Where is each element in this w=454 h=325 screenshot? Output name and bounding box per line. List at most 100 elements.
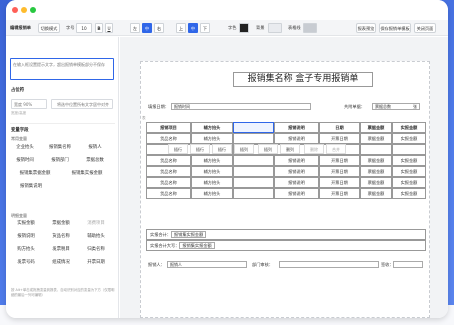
common-var-chip[interactable]: 票据总数 [81,156,109,166]
table-cell[interactable]: 货品名称 [146,155,191,166]
close-page-button[interactable]: 关闭页面 [414,23,436,33]
table-header-cell[interactable]: 辅方抬头 [191,122,233,133]
common-var-chip[interactable]: 报销集票据金额 [11,169,59,179]
table-cell[interactable] [360,144,392,155]
context-menu-item[interactable]: 插行 [190,144,210,154]
context-menu-item[interactable]: 插列 [258,144,278,154]
context-menu-item-disabled[interactable]: 删除 [304,144,324,154]
context-menu-item[interactable]: 插行 [212,144,232,154]
underline-button[interactable]: U [105,23,113,33]
table-cell[interactable]: 货品名称 [146,133,191,144]
table-cell[interactable]: 辅方抬头 [191,133,233,144]
table-cell[interactable] [392,144,426,155]
table-cell[interactable]: 开票日期 [319,133,360,144]
table-cell[interactable]: 报销说明 [274,155,319,166]
table-cell[interactable]: 票据金额 [360,155,392,166]
save-template-button[interactable]: 保存报销单模板 [379,23,411,33]
table-cell[interactable]: 货品名称 [146,188,191,199]
detail-var-chip[interactable]: 组成情况 [46,258,76,268]
table-cell[interactable]: 票据金额 [360,133,392,144]
detail-var-chip[interactable]: 消费项目 [81,219,111,229]
preview-button[interactable]: 报表预览 [356,23,376,33]
detail-var-chip[interactable]: 货品名称 [46,232,76,242]
table-header-cell[interactable]: 报销说明 [274,122,319,133]
table-cell[interactable]: 货品名称 [146,177,191,188]
approve-field[interactable] [393,261,423,268]
table-header-cell[interactable] [233,122,274,133]
table-cell[interactable]: 辅方抬头 [191,177,233,188]
common-var-chip[interactable]: 报销部门 [42,156,78,166]
table-cell[interactable]: 实报金额 [392,188,426,199]
table-cell[interactable] [233,166,274,177]
minimize-dot-icon[interactable] [21,7,27,13]
common-var-chip[interactable]: 报销集说明 [11,182,51,192]
manager-field[interactable] [279,261,379,268]
table-cell[interactable] [233,155,274,166]
detail-var-chip[interactable]: 辅助抬头 [81,232,111,242]
table-cell[interactable]: 开票日期 [319,177,360,188]
font-color-swatch[interactable] [239,23,249,33]
table-cell[interactable]: 开票日期 [319,155,360,166]
sum-cap-row[interactable]: 实报合计大写： 报销集实报金额 [146,240,426,251]
valign-top-button[interactable]: 上 [176,23,186,33]
mode-button[interactable]: 切换模式 [38,23,60,33]
context-menu-item[interactable]: 插行 [168,144,188,154]
table-cell[interactable]: 实报金额 [392,166,426,177]
table-cell[interactable] [233,133,274,144]
table-cell[interactable]: 票据金额 [360,177,392,188]
bg-color-swatch[interactable] [268,23,282,33]
table-cell[interactable]: 实报金额 [392,155,426,166]
border-color-swatch[interactable] [303,23,317,33]
valign-bottom-button[interactable]: 下 [200,23,210,33]
detail-var-chip[interactable]: 归类名称 [81,245,111,255]
table-cell[interactable]: 报销说明 [274,188,319,199]
table-cell[interactable]: 开票日期 [319,166,360,177]
table-cell[interactable]: 报销说明 [274,177,319,188]
detail-var-chip[interactable]: 发票税目 [46,245,76,255]
common-var-chip[interactable]: 报销人 [81,143,109,153]
font-size-select[interactable]: 10 [76,23,92,33]
align-center-button[interactable]: 中 [142,23,152,33]
context-menu-item-disabled[interactable]: 合并 [326,144,346,154]
detail-var-chip[interactable]: 开票日期 [81,258,111,268]
align-left-button[interactable]: 左 [130,23,140,33]
maximize-dot-icon[interactable] [30,7,36,13]
table-cell[interactable] [233,188,274,199]
table-cell[interactable]: 票据金额 [360,166,392,177]
table-header-cell[interactable]: 报销项目 [146,122,191,133]
table-header-cell[interactable]: 实报金额 [392,122,426,133]
detail-var-chip[interactable]: 购方抬头 [11,245,41,255]
align-right-button[interactable]: 右 [154,23,164,33]
detail-var-chip[interactable]: 报销说明 [11,232,41,242]
common-var-chip[interactable]: 报销集名称 [42,143,78,153]
detail-var-chip[interactable]: 实报金额 [11,219,41,229]
table-cell[interactable] [233,177,274,188]
valign-middle-button[interactable]: 中 [188,23,198,33]
table-cell[interactable]: 货品名称 [146,166,191,177]
table-cell[interactable]: 开票日期 [319,188,360,199]
center-align-button[interactable]: 将选中位置所有文字居中对齐 [51,99,113,109]
common-var-chip[interactable]: 企业抬头 [11,143,39,153]
close-dot-icon[interactable] [12,7,18,13]
detail-var-chip[interactable]: 票据金额 [46,219,76,229]
table-cell[interactable]: 票据金额 [360,188,392,199]
table-cell[interactable]: 报销说明 [274,133,319,144]
common-var-chip[interactable]: 报销集实报金额 [62,169,112,179]
sum-row[interactable]: 实报合计： 报销集实报金额 [146,229,426,240]
fill-date-field[interactable]: 报销时间 [171,103,311,110]
table-header-cell[interactable]: 票据金额 [360,122,392,133]
context-menu-item[interactable]: 删列 [280,144,300,154]
size-input[interactable]: 宽度 90% [11,99,47,109]
context-menu-item[interactable]: 插列 [234,144,254,154]
table-cell[interactable]: 实报金额 [392,177,426,188]
table-cell[interactable]: 辅方抬头 [191,155,233,166]
report-title[interactable]: 报销集名称 盒子专用报销单 [233,72,373,87]
placeholder-textarea[interactable]: 在输入框设置提示文字，超出报销单模板部分不保存 [10,58,114,80]
table-header-cell[interactable]: 日期 [319,122,360,133]
total-docs-field[interactable]: 票据总数 张 [372,103,420,110]
reporter-field[interactable]: 报销人 [167,261,247,268]
table-cell[interactable]: 辅方抬头 [191,188,233,199]
detail-var-chip[interactable]: 发票号码 [11,258,41,268]
table-cell[interactable]: 辅方抬头 [191,166,233,177]
bold-button[interactable]: B [95,23,103,33]
